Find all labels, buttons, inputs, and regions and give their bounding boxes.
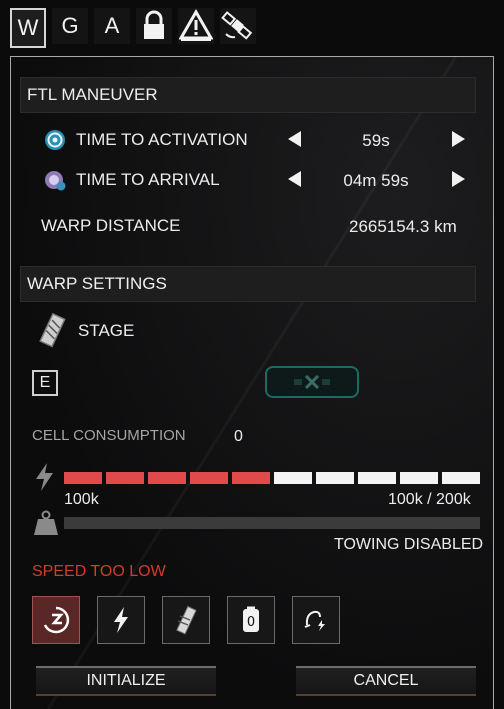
- tab-satellite[interactable]: [220, 8, 256, 44]
- arrival-decrease-arrow[interactable]: [288, 171, 301, 187]
- tab-a-label: A: [104, 13, 120, 38]
- zero-cell-icon: 0: [243, 606, 259, 632]
- arrival-value: 04m 59s: [343, 171, 409, 190]
- tab-a[interactable]: A: [94, 8, 130, 44]
- power-segment: [64, 472, 102, 484]
- cell-consumption-value: 0: [234, 428, 243, 445]
- fuel-cell-button[interactable]: [162, 596, 210, 644]
- arrival-increase-arrow[interactable]: [452, 171, 465, 187]
- tab-lock[interactable]: [136, 8, 172, 44]
- cancel-button[interactable]: CANCEL: [296, 666, 476, 696]
- speed-dial-icon: [43, 606, 70, 634]
- power-button[interactable]: [97, 596, 145, 644]
- fuel-cell-icon: [176, 605, 197, 635]
- activation-value: 59s: [362, 131, 390, 150]
- cell-consumption-label: CELL CONSUMPTION: [32, 427, 186, 444]
- power-current-value: 100k: [64, 491, 99, 508]
- warning-icon: [179, 9, 213, 41]
- stage-label: STAGE: [78, 321, 135, 340]
- satellite-icon: [221, 11, 253, 40]
- time-to-arrival-label: TIME TO ARRIVAL: [76, 170, 220, 189]
- mode-tab-bar: W G A: [10, 8, 256, 48]
- speed-warning: SPEED TOO LOW: [32, 563, 166, 580]
- warp-distance-label: WARP DISTANCE: [41, 216, 181, 235]
- power-segment: [274, 472, 312, 484]
- warp-distance-value: 2665154.3 km: [349, 217, 457, 236]
- warp-stage-slot-icon: [294, 374, 330, 390]
- ftl-maneuver-header: FTL MANEUVER: [20, 77, 476, 113]
- tab-w-label: W: [17, 15, 39, 40]
- tab-g[interactable]: G: [52, 8, 88, 44]
- tab-g-label: G: [61, 13, 79, 38]
- keybind-e-hint: E: [32, 370, 58, 396]
- power-segment: [106, 472, 144, 484]
- activation-decrease-arrow[interactable]: [288, 131, 301, 147]
- svg-text:0: 0: [247, 615, 255, 630]
- zero-cell-button[interactable]: 0: [227, 596, 275, 644]
- tab-w[interactable]: W: [10, 8, 46, 48]
- warp-module-icon: [39, 312, 66, 348]
- power-capacity-value: 100k / 200k: [388, 491, 471, 508]
- activation-increase-arrow[interactable]: [452, 131, 465, 147]
- hand-power-icon: [304, 610, 325, 631]
- spiral-timer-icon: [45, 130, 65, 150]
- power-segment: [358, 472, 396, 484]
- power-segment: [148, 472, 186, 484]
- lightning-tool-icon: [114, 607, 128, 633]
- power-bar: [64, 472, 480, 484]
- speed-limit-button[interactable]: [32, 596, 80, 644]
- weight-icon: [34, 510, 58, 535]
- planet-timer-icon: [45, 171, 66, 191]
- power-segment: [190, 472, 228, 484]
- time-to-activation-label: TIME TO ACTIVATION: [76, 130, 248, 149]
- manual-power-button[interactable]: [292, 596, 340, 644]
- warp-settings-header: WARP SETTINGS: [20, 266, 476, 302]
- power-segment: [232, 472, 270, 484]
- power-segment: [442, 472, 480, 484]
- lock-icon: [144, 10, 164, 39]
- tab-warning[interactable]: [178, 8, 214, 44]
- lightning-icon: [36, 463, 53, 491]
- power-segment: [316, 472, 354, 484]
- towing-bar: [64, 517, 480, 529]
- initialize-button[interactable]: INITIALIZE: [36, 666, 216, 696]
- stage-slot-button[interactable]: [265, 366, 359, 398]
- power-segment: [400, 472, 438, 484]
- towing-status: TOWING DISABLED: [334, 536, 484, 553]
